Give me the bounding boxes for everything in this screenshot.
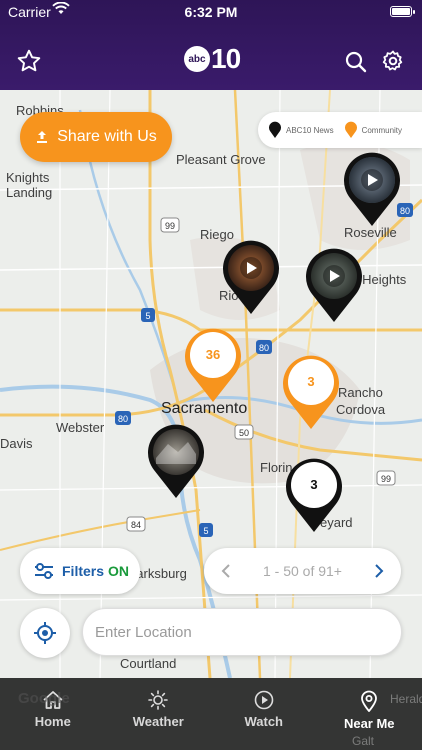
status-bar: Carrier 6:32 PM bbox=[0, 0, 422, 26]
upload-icon bbox=[37, 131, 48, 143]
logo-number: 10 bbox=[211, 43, 241, 74]
shield-label: 5 bbox=[145, 311, 150, 321]
map-view[interactable]: Robbins Knights Landing Pleasant Grove R… bbox=[0, 90, 422, 678]
bottom-tab-bar: Google Herald Galt Home Weather Watch Ne… bbox=[0, 678, 422, 750]
legend-community-label: Community bbox=[361, 125, 403, 135]
community-pin-icon bbox=[344, 121, 357, 138]
place-label-galt: Galt bbox=[352, 734, 375, 748]
highway-shield-5: 5 bbox=[141, 308, 155, 322]
video-pin-heights[interactable] bbox=[304, 248, 364, 324]
video-pin-rio[interactable] bbox=[221, 240, 281, 316]
results-pager: 1 - 50 of 91+ bbox=[204, 548, 401, 594]
community-cluster-marker bbox=[185, 328, 241, 402]
star-icon[interactable] bbox=[16, 48, 42, 74]
sliders-icon bbox=[35, 563, 53, 579]
news-cluster-marker bbox=[286, 458, 342, 532]
enter-location-input[interactable] bbox=[82, 608, 402, 656]
shield-label: 84 bbox=[131, 520, 141, 530]
app-header: Carrier 6:32 PM abc 10 bbox=[0, 0, 422, 90]
chevron-left-icon[interactable] bbox=[220, 563, 232, 579]
filters-label: Filters bbox=[62, 563, 105, 579]
shield-label: 80 bbox=[118, 414, 128, 424]
tab-weather[interactable]: Weather bbox=[106, 678, 212, 750]
tab-watch[interactable]: Watch bbox=[211, 678, 317, 750]
image-pin-sacramento[interactable] bbox=[146, 424, 206, 500]
search-icon[interactable] bbox=[344, 50, 368, 74]
shield-label: 99 bbox=[165, 221, 175, 231]
google-attribution: Google bbox=[18, 690, 70, 707]
place-label-courtland: Courtland bbox=[120, 656, 177, 671]
battery-icon bbox=[390, 6, 415, 17]
shield-label: 80 bbox=[259, 343, 269, 353]
gear-icon[interactable] bbox=[381, 49, 405, 73]
place-label-webster: Webster bbox=[56, 420, 105, 435]
chevron-right-icon[interactable] bbox=[373, 563, 385, 579]
community-cluster-marker bbox=[283, 355, 339, 429]
map-legend: ABC10 News Community bbox=[258, 112, 422, 148]
filters-state: ON bbox=[108, 563, 130, 579]
crosshair-icon bbox=[34, 622, 56, 644]
news-pin-icon bbox=[269, 121, 281, 138]
highway-shield-50: 50 bbox=[234, 424, 254, 440]
cluster-count: 3 bbox=[307, 374, 315, 389]
cluster-count: 36 bbox=[205, 347, 221, 362]
share-button-label: Share with Us bbox=[57, 128, 157, 145]
share-with-us-button[interactable]: Share with Us bbox=[20, 112, 172, 162]
legend-item-news: ABC10 News bbox=[268, 121, 334, 139]
shield-label: 99 bbox=[381, 474, 391, 484]
tab-weather-label: Weather bbox=[132, 714, 184, 729]
place-label-herald: Herald bbox=[390, 692, 422, 706]
place-label-davis: Davis bbox=[0, 436, 33, 451]
tab-home-label: Home bbox=[34, 714, 71, 729]
place-label-landing: Landing bbox=[6, 185, 53, 200]
logo-abc: abc bbox=[184, 46, 210, 72]
place-label-rancho: Rancho bbox=[338, 385, 383, 400]
video-pin-roseville[interactable] bbox=[342, 152, 402, 228]
place-label-cordova: Cordova bbox=[336, 402, 386, 417]
shield-label: 50 bbox=[239, 428, 249, 438]
location-pin-icon bbox=[361, 690, 378, 712]
legend-news-label: ABC10 News bbox=[286, 125, 334, 135]
sun-icon bbox=[148, 690, 169, 710]
cluster-count: 3 bbox=[310, 477, 318, 492]
place-label-pleasant-grove: Pleasant Grove bbox=[176, 152, 266, 167]
community-cluster-pin-3[interactable]: 3 bbox=[280, 353, 342, 431]
tab-home[interactable]: Home bbox=[0, 678, 106, 750]
play-circle-icon bbox=[254, 690, 274, 710]
filters-button[interactable]: Filters ON bbox=[20, 548, 140, 594]
highway-shield-84: 84 bbox=[126, 516, 146, 532]
status-time: 6:32 PM bbox=[184, 4, 238, 20]
highway-shield-5b: 5 bbox=[199, 523, 213, 537]
abc10-logo: abc 10 bbox=[184, 43, 241, 74]
tab-near-me-label: Near Me bbox=[343, 716, 395, 731]
tab-watch-label: Watch bbox=[244, 714, 284, 729]
highway-shield-99b: 99 bbox=[376, 470, 396, 486]
legend-item-community: Community bbox=[344, 121, 402, 139]
shield-label: 5 bbox=[203, 526, 208, 536]
highway-shield-80a: 80 bbox=[256, 340, 272, 354]
highway-shield-80b: 80 bbox=[115, 411, 131, 425]
pager-text: 1 - 50 of 91+ bbox=[262, 563, 342, 579]
news-cluster-pin-3[interactable]: 3 bbox=[283, 456, 345, 534]
current-location-button[interactable] bbox=[20, 608, 70, 658]
place-label-knights: Knights bbox=[6, 170, 50, 185]
community-cluster-pin-36[interactable]: 36 bbox=[182, 326, 244, 404]
highway-shield-99: 99 bbox=[160, 217, 180, 233]
